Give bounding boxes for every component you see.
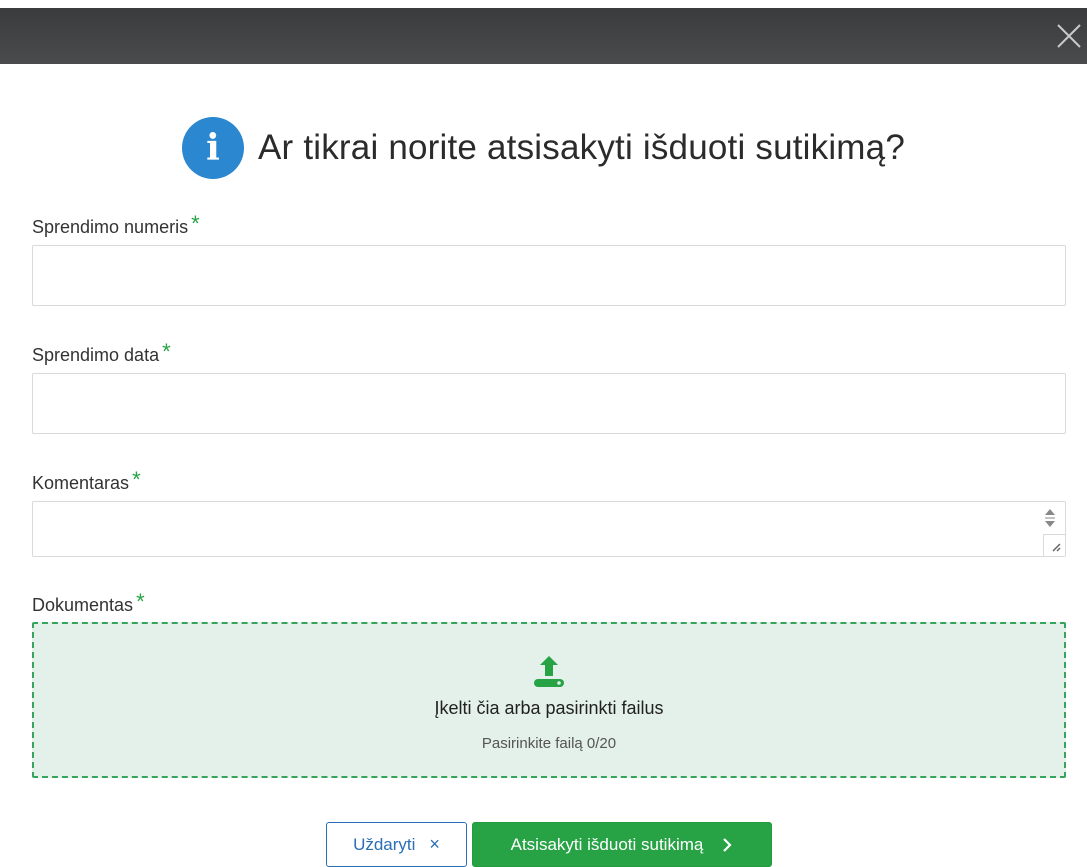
dropzone-main-text: Įkelti čia arba pasirinkti failus (434, 698, 664, 718)
document-label-text: Dokumentas (32, 595, 134, 615)
close-icon[interactable] (1053, 20, 1085, 52)
decision-date-label: Sprendimo data * (32, 339, 171, 367)
comment-label-text: Komentaras (32, 473, 130, 493)
document-label: Dokumentas * (32, 589, 145, 617)
close-button[interactable]: Uždaryti × (326, 822, 467, 867)
required-asterisk: * (191, 211, 200, 236)
decision-date-label-text: Sprendimo data (32, 345, 160, 365)
comment-field[interactable] (32, 501, 1066, 557)
dialog-title-row: i Ar tikrai norite atsisakyti išduoti su… (0, 117, 1087, 179)
required-asterisk: * (136, 589, 145, 614)
decision-date-input[interactable] (33, 374, 1065, 433)
file-dropzone[interactable]: Įkelti čia arba pasirinkti failus Pasiri… (32, 622, 1066, 778)
upload-icon (529, 652, 569, 692)
scroll-arrows-icon[interactable] (1043, 506, 1057, 530)
decision-number-input[interactable] (33, 246, 1065, 305)
required-asterisk: * (132, 467, 141, 492)
dropzone-file-count: Pasirinkite failą 0/20 (481, 735, 617, 752)
required-asterisk: * (162, 339, 171, 364)
comment-label: Komentaras * (32, 467, 141, 495)
decision-date-field[interactable] (32, 373, 1066, 434)
resize-handle-icon[interactable] (1043, 534, 1065, 556)
decline-consent-label: Atsisakyti išduoti sutikimą (510, 834, 704, 854)
chevron-right-icon (723, 837, 732, 852)
close-button-label: Uždaryti (353, 834, 416, 854)
decision-number-label-text: Sprendimo numeris (32, 217, 189, 237)
dialog-header-bar (0, 8, 1087, 64)
info-icon: i (182, 117, 244, 179)
close-x-icon: × (429, 834, 440, 854)
decision-number-field[interactable] (32, 245, 1066, 306)
comment-textarea[interactable] (33, 502, 1065, 556)
decision-number-label: Sprendimo numeris * (32, 211, 200, 239)
decline-consent-button[interactable]: Atsisakyti išduoti sutikimą (472, 822, 772, 867)
dialog-title: Ar tikrai norite atsisakyti išduoti suti… (258, 128, 905, 167)
